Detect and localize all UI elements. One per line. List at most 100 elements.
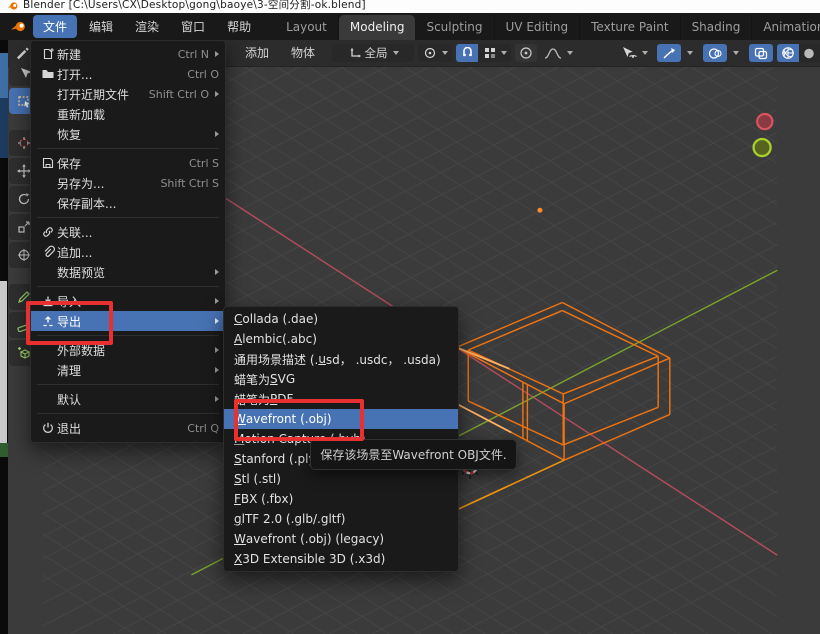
folder-open-icon (41, 67, 55, 81)
gizmos-dropdown[interactable] (681, 44, 697, 62)
gizmo-arrow-icon (662, 46, 676, 60)
tab-modeling[interactable]: Modeling (339, 15, 416, 40)
export-submenu-item-9[interactable]: FBX (.fbx) (224, 489, 458, 509)
overlays-toggle[interactable] (703, 44, 727, 62)
append-icon (41, 245, 55, 259)
visibility-dropdown[interactable] (615, 44, 653, 62)
menu-item-label: 恢复 (57, 126, 209, 143)
file-menu-item-7[interactable]: 另存为...Shift Ctrl S (31, 173, 225, 193)
chevron-down-icon (442, 51, 448, 55)
file-menu-item-14[interactable]: 导入 (31, 291, 225, 311)
file-menu-item-10[interactable]: 关联... (31, 222, 225, 242)
menubar-item-1[interactable]: 编辑 (79, 15, 123, 38)
measure-tool-icon (17, 318, 31, 332)
topbar: 文件编辑渲染窗口帮助 LayoutModelingSculptingUV Edi… (0, 13, 820, 40)
link-icon (41, 225, 55, 239)
file-menu-item-1[interactable]: 打开...Ctrl O (31, 64, 225, 84)
snap-with-dropdown[interactable] (479, 44, 511, 62)
menu-item-shortcut: Shift Ctrl S (160, 177, 219, 190)
file-menu-item-15[interactable]: 导出 (31, 311, 225, 331)
export-submenu-item-4[interactable]: 蜡笔为PDF (224, 389, 458, 409)
solid-sphere-icon (803, 47, 815, 60)
submenu-arrow-icon (215, 269, 219, 275)
xray-toggle[interactable] (749, 44, 773, 62)
menu-item-shortcut: Ctrl N (178, 48, 209, 61)
submenu-arrow-icon (215, 91, 219, 97)
file-menu-item-22[interactable]: 退出Ctrl Q (31, 418, 225, 438)
object-menu[interactable]: 物体 (287, 40, 319, 66)
export-submenu-item-1[interactable]: Alembic(.abc) (224, 329, 458, 349)
proportional-editing-toggle[interactable] (515, 44, 537, 62)
pivot-icon (423, 46, 437, 60)
menubar-item-0[interactable]: 文件 (33, 15, 77, 38)
blender-app-menu-icon[interactable] (10, 19, 27, 34)
falloff-dropdown[interactable] (538, 44, 578, 62)
file-menu-item-20[interactable]: 默认 (31, 389, 225, 409)
submenu-arrow-icon (215, 51, 219, 57)
overlays-icon (708, 47, 723, 60)
nav-gizmo-x-ball (757, 114, 772, 129)
menu-item-label: 外部数据 (57, 342, 209, 359)
transform-orientation-dropdown[interactable]: 全局 (332, 44, 414, 62)
file-menu-item-11[interactable]: 追加... (31, 242, 225, 262)
cursor-tool-icon (17, 136, 31, 150)
falloff-curve-icon (544, 47, 562, 60)
annotate-tool-icon (17, 290, 31, 304)
wireframe-edge (468, 350, 563, 394)
export-submenu-item-11[interactable]: Wavefront (.obj) (legacy) (224, 529, 458, 549)
export-submenu-item-2[interactable]: 通用场景描述 (.usd， .usdc， .usda) (224, 349, 458, 369)
export-submenu-item-3[interactable]: 蜡笔为SVG (224, 369, 458, 389)
wireframe-edge (564, 415, 670, 461)
menu-item-shortcut: Ctrl Q (187, 422, 219, 435)
wireframe-globe-icon (781, 46, 795, 60)
save-icon-slot (39, 156, 57, 170)
tweak-tool-icon (17, 66, 31, 80)
folder-open-icon-slot (39, 67, 57, 81)
file-menu-item-4[interactable]: 恢复 (31, 124, 225, 144)
export-submenu-item-8[interactable]: Stl (.stl) (224, 469, 458, 489)
file-menu-item-6[interactable]: 保存Ctrl S (31, 153, 225, 173)
file-menu-popup: 新建Ctrl N打开...Ctrl O打开近期文件Shift Ctrl O重新加… (30, 40, 226, 443)
tooltip: 保存该场景至Wavefront OBJ文件. (310, 439, 517, 470)
export-submenu-item-12[interactable]: X3D Extensible 3D (.x3d) (224, 549, 458, 569)
export-icon-slot (39, 314, 57, 328)
chevron-down-icon (393, 51, 399, 55)
chevron-down-icon (567, 51, 573, 55)
shading-wireframe-button[interactable] (777, 44, 799, 62)
export-submenu-item-0[interactable]: Collada (.dae) (224, 309, 458, 329)
menubar-item-4[interactable]: 帮助 (217, 15, 261, 38)
export-submenu-item-10[interactable]: glTF 2.0 (.glb/.gltf) (224, 509, 458, 529)
menu-item-label: 导出 (57, 313, 209, 330)
submenu-arrow-icon (215, 347, 219, 353)
file-menu-item-8[interactable]: 保存副本... (31, 193, 225, 213)
menu-item-label: 保存 (57, 155, 181, 172)
menubar-item-3[interactable]: 窗口 (171, 15, 215, 38)
chevron-down-icon (642, 51, 648, 55)
file-menu-item-18[interactable]: 清理 (31, 360, 225, 380)
add-cube-tool-icon (17, 346, 31, 360)
quit-icon (41, 421, 55, 435)
tab-shading[interactable]: Shading (681, 15, 753, 40)
background-fragment (0, 53, 8, 98)
export-submenu-item-5[interactable]: Wavefront (.obj) (224, 409, 458, 429)
tab-animation[interactable]: Animation (752, 15, 820, 40)
chevron-down-icon (733, 51, 739, 55)
tab-texture-paint[interactable]: Texture Paint (580, 15, 680, 40)
tab-layout[interactable]: Layout (275, 15, 339, 40)
tab-uv-editing[interactable]: UV Editing (495, 15, 581, 40)
file-menu-item-17[interactable]: 外部数据 (31, 340, 225, 360)
overlays-dropdown[interactable] (727, 44, 743, 62)
workspace-tabs: LayoutModelingSculptingUV EditingTexture… (275, 13, 820, 40)
gizmos-toggle[interactable] (657, 44, 681, 62)
file-menu-item-2[interactable]: 打开近期文件Shift Ctrl O (31, 84, 225, 104)
file-menu-item-3[interactable]: 重新加载 (31, 104, 225, 124)
add-menu[interactable]: 添加 (241, 40, 273, 66)
shading-solid-button[interactable] (799, 44, 819, 62)
menubar-item-2[interactable]: 渲染 (125, 15, 169, 38)
file-menu-item-0[interactable]: 新建Ctrl N (31, 44, 225, 64)
rotate-tool-icon (17, 192, 31, 206)
tab-sculpting[interactable]: Sculpting (415, 15, 494, 40)
pivot-point-dropdown[interactable] (418, 44, 452, 62)
file-menu-item-12[interactable]: 数据预览 (31, 262, 225, 282)
snap-toggle[interactable] (456, 44, 478, 62)
